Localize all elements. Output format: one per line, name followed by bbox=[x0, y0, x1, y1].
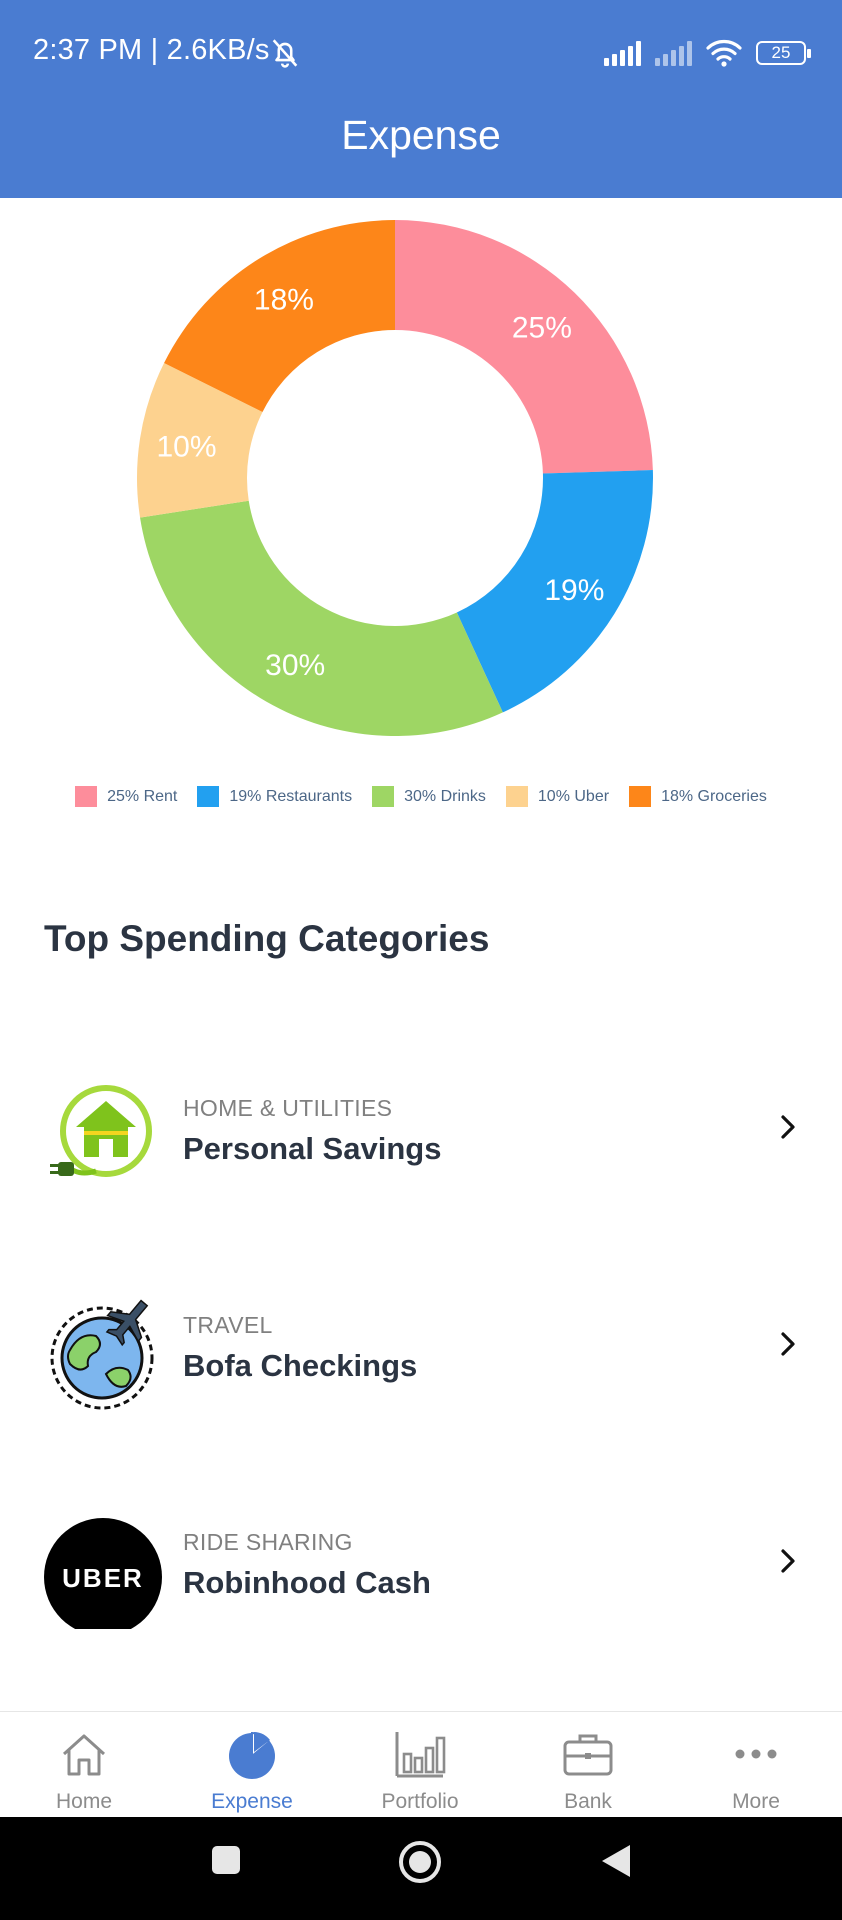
legend-item-uber: 10% Uber bbox=[505, 786, 610, 807]
home-utilities-icon bbox=[50, 1085, 152, 1177]
system-navigation-bar bbox=[0, 1817, 842, 1920]
nav-item-bank[interactable]: Bank bbox=[504, 1712, 672, 1818]
legend-item-restaurants: 19% Restaurants bbox=[197, 786, 352, 807]
bar-chart-icon bbox=[395, 1732, 446, 1778]
row-category: HOME & UTILITIES bbox=[183, 1095, 393, 1121]
back-triangle-icon[interactable] bbox=[598, 1841, 634, 1881]
row-category: TRAVEL bbox=[183, 1312, 273, 1338]
nav-label: Portfolio bbox=[381, 1790, 459, 1813]
travel-globe-icon bbox=[50, 1299, 154, 1410]
spending-row-travel[interactable]: TRAVEL Bofa Checkings bbox=[0, 1274, 842, 1414]
row-account-name: Robinhood Cash bbox=[183, 1565, 431, 1600]
legend-label: 25% Rent bbox=[107, 787, 178, 805]
recents-square-icon[interactable] bbox=[209, 1843, 243, 1877]
nav-label: Bank bbox=[564, 1790, 612, 1813]
legend-item-rent: 25% Rent bbox=[75, 786, 177, 807]
slice-label: 19% bbox=[544, 574, 604, 607]
nav-item-more[interactable]: More bbox=[672, 1712, 840, 1818]
chevron-right-icon[interactable] bbox=[774, 1330, 802, 1358]
nav-item-portfolio[interactable]: Portfolio bbox=[336, 1712, 504, 1818]
bell-muted-icon bbox=[272, 39, 298, 68]
donut-hole bbox=[247, 330, 543, 626]
briefcase-icon bbox=[563, 1734, 613, 1776]
nav-item-home[interactable]: Home bbox=[0, 1712, 168, 1818]
nav-label: More bbox=[732, 1790, 780, 1813]
home-icon bbox=[62, 1734, 106, 1776]
legend-label: 10% Uber bbox=[537, 787, 610, 805]
row-category: RIDE SHARING bbox=[183, 1529, 353, 1555]
chart-legend: 25% Rent 19% Restaurants 30% Drinks 10% Ube… bbox=[0, 786, 842, 807]
legend-item-groceries: 18% Groceries bbox=[629, 786, 767, 807]
legend-label: 18% Groceries bbox=[661, 787, 767, 805]
legend-label: 19% Restaurants bbox=[229, 787, 353, 805]
more-dots-icon bbox=[735, 1749, 777, 1759]
expense-donut-chart: 25% 19% 30% 10% 18% bbox=[137, 220, 653, 736]
chevron-right-icon[interactable] bbox=[774, 1547, 802, 1575]
slice-label: 25% bbox=[512, 312, 572, 345]
wifi-icon bbox=[706, 40, 742, 67]
legend-swatch bbox=[197, 786, 220, 807]
bottom-navigation: Home Expense Portfolio Bank More bbox=[0, 1711, 842, 1818]
slice-label: 18% bbox=[254, 284, 314, 317]
row-account-name: Bofa Checkings bbox=[183, 1348, 418, 1383]
battery-icon: 25 bbox=[756, 41, 811, 65]
page-title: Expense bbox=[341, 112, 501, 158]
legend-label: 30% Drinks bbox=[404, 787, 486, 805]
row-account-name: Personal Savings bbox=[183, 1131, 442, 1166]
legend-swatch bbox=[372, 786, 395, 807]
spending-row-home-utilities[interactable]: HOME & UTILITIES Personal Savings bbox=[0, 1057, 842, 1197]
nav-label: Expense bbox=[211, 1790, 293, 1813]
home-circle-icon[interactable] bbox=[397, 1839, 443, 1885]
legend-item-drinks: 30% Drinks bbox=[372, 786, 486, 807]
nav-item-expense[interactable]: Expense bbox=[168, 1712, 336, 1818]
legend-swatch bbox=[505, 786, 528, 807]
signal-icon bbox=[604, 40, 641, 66]
signal-2-icon bbox=[655, 40, 692, 66]
pie-chart-icon bbox=[229, 1731, 275, 1779]
legend-swatch bbox=[629, 786, 652, 807]
svg-text:UBER: UBER bbox=[62, 1563, 144, 1593]
nav-label: Home bbox=[55, 1790, 113, 1813]
legend-swatch bbox=[75, 786, 98, 807]
section-title: Top Spending Categories bbox=[44, 918, 490, 959]
app-header: 2:37 PM | 2.6KB/s 25 Expense bbox=[0, 0, 842, 198]
slice-label: 30% bbox=[265, 649, 325, 682]
status-time: 2:37 PM | 2.6KB/s bbox=[33, 34, 270, 66]
uber-logo-icon: UBER bbox=[44, 1518, 162, 1629]
slice-label: 10% bbox=[156, 431, 216, 464]
spending-row-ride-sharing[interactable]: UBER RIDE SHARING Robinhood Cash bbox=[0, 1491, 842, 1631]
chevron-right-icon[interactable] bbox=[774, 1113, 802, 1141]
